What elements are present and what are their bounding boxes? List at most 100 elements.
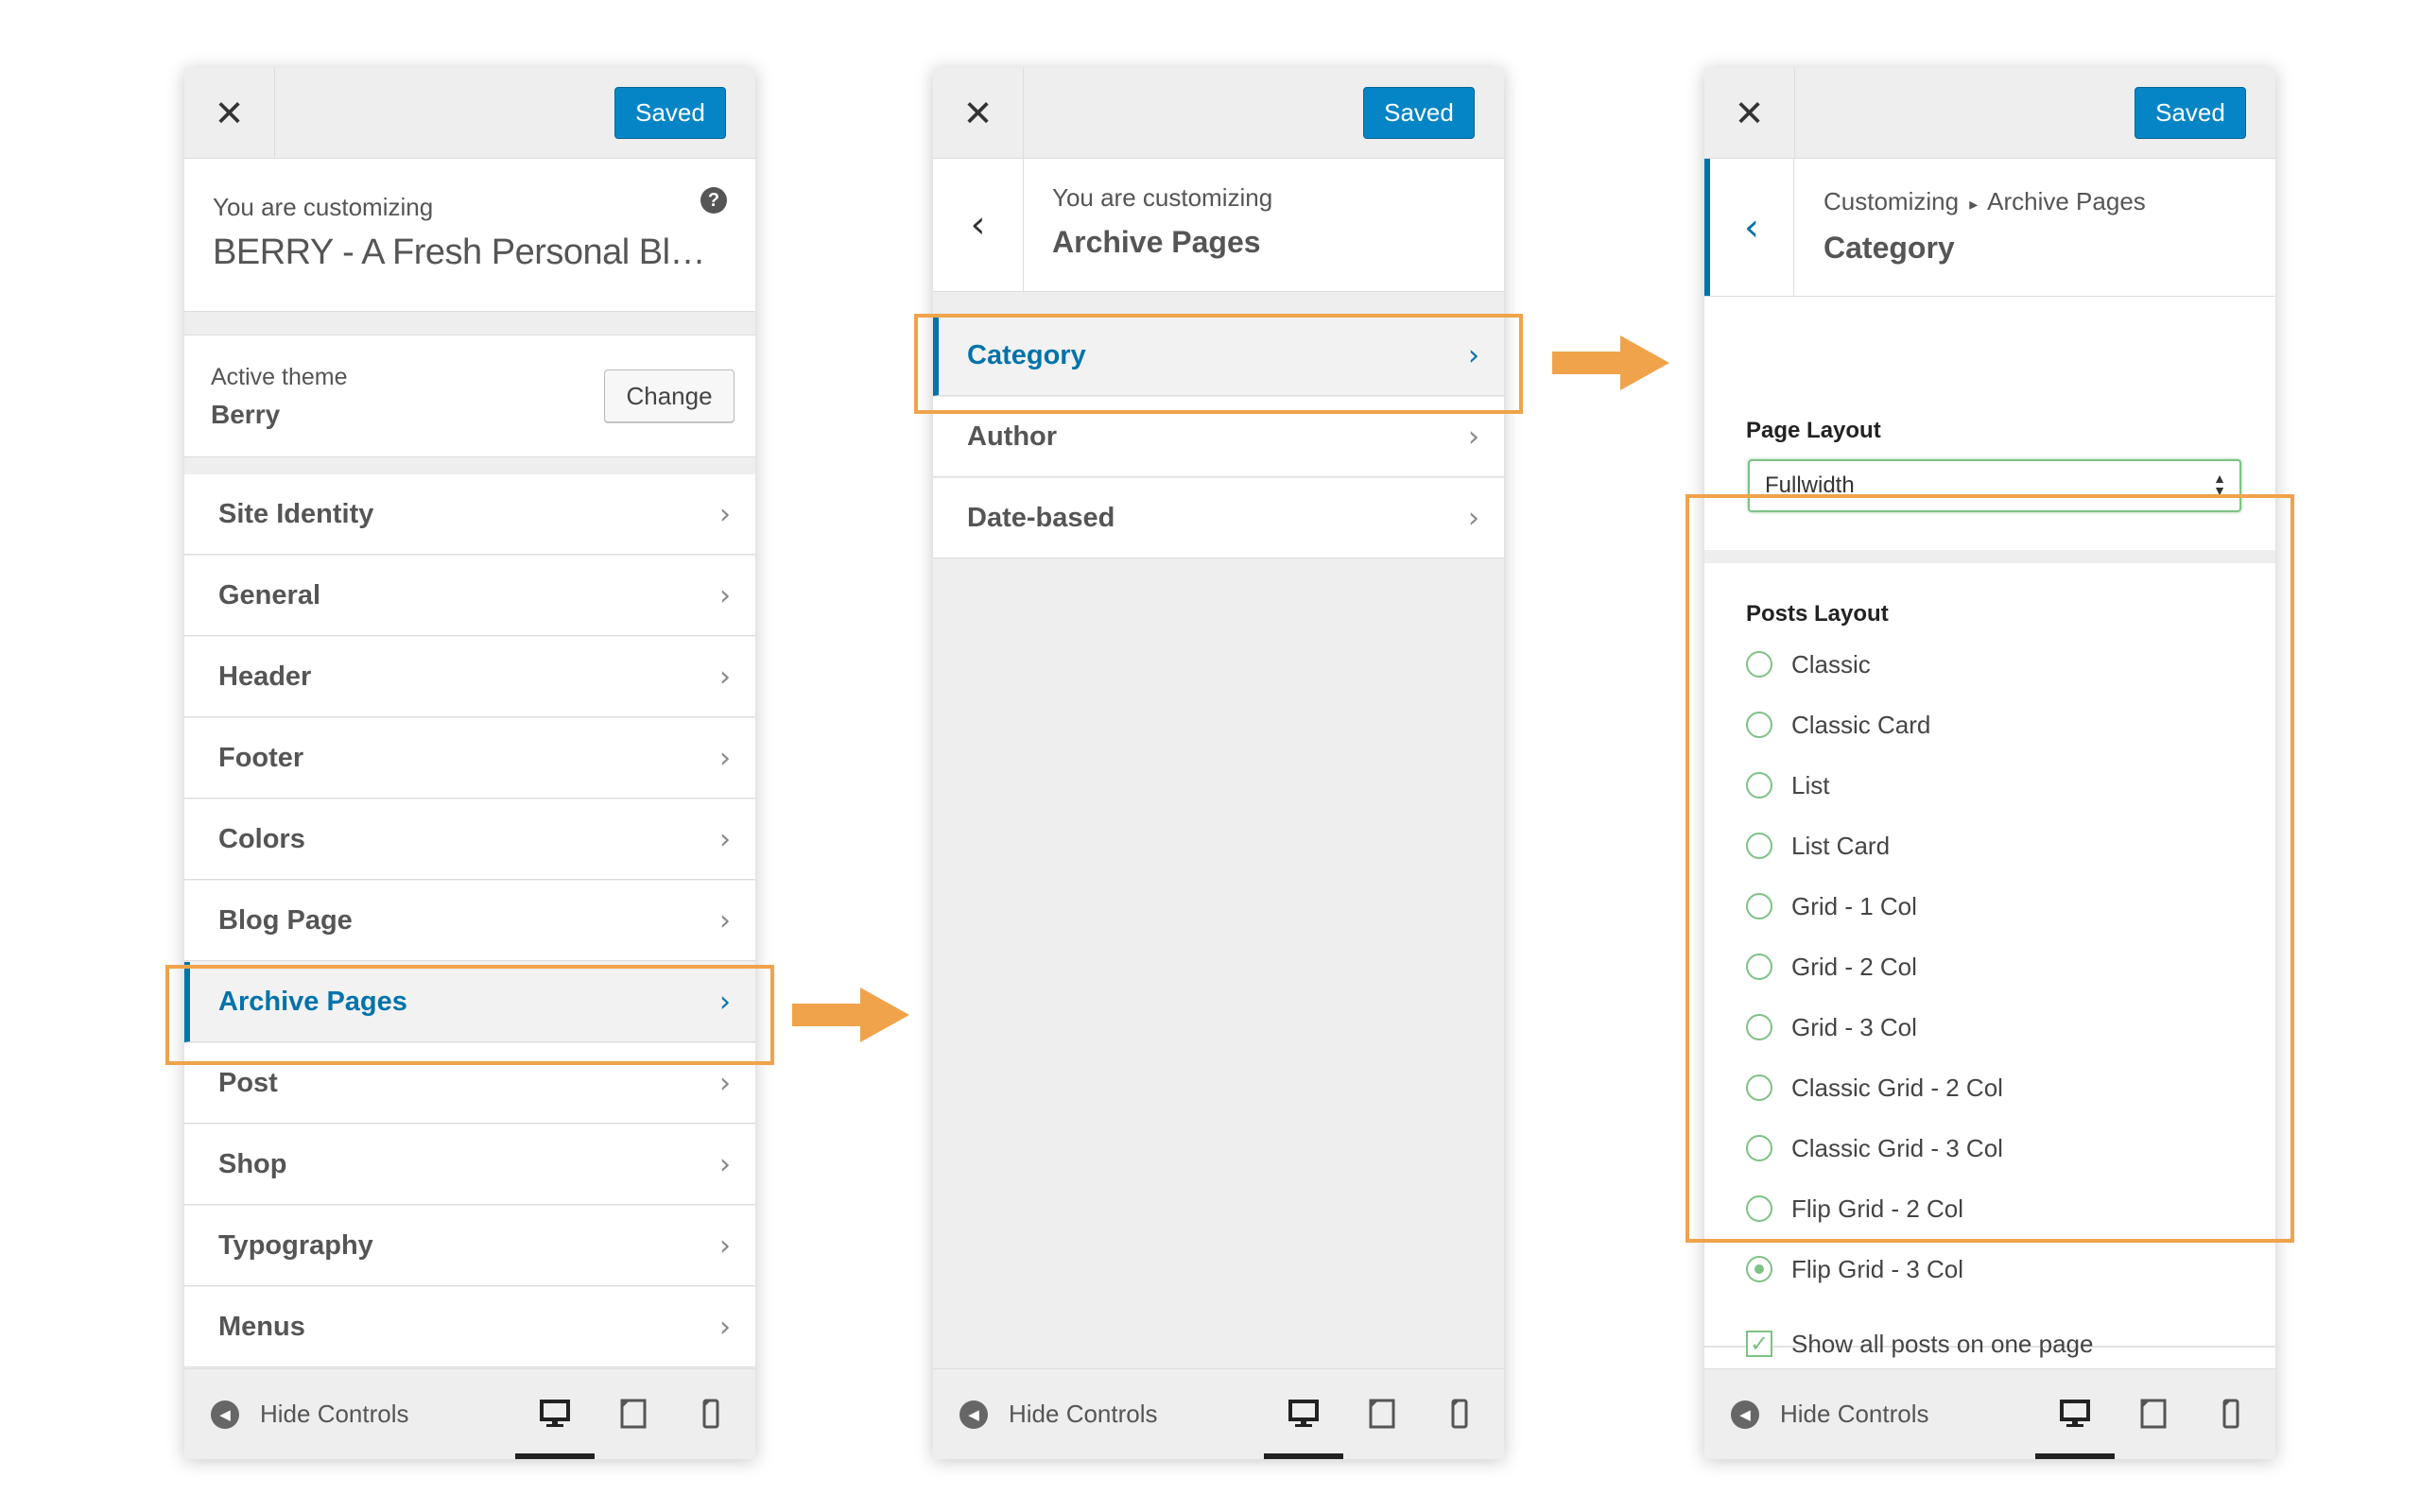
hide-controls-button[interactable]: Hide Controls [260, 1369, 409, 1459]
menu-item-label: Footer [218, 743, 304, 773]
breadcrumb: Customizing ▸ Archive Pages [1824, 187, 2146, 216]
posts-layout-label: Posts Layout [1746, 601, 1889, 627]
menu-item-label: Typography [218, 1230, 373, 1261]
chevron-right-icon: › [719, 986, 731, 1019]
hide-controls-button[interactable]: Hide Controls [1009, 1369, 1158, 1459]
menu-item-label: Archive Pages [218, 987, 407, 1017]
radio-label: Flip Grid - 3 Col [1791, 1255, 1964, 1283]
saved-button[interactable]: Saved [1363, 87, 1475, 139]
radio-button[interactable] [1746, 893, 1772, 919]
menu-item-site-identity[interactable]: Site Identity › [184, 474, 755, 555]
mobile-icon[interactable] [2215, 1398, 2247, 1430]
caret-right-icon: ▸ [1969, 195, 1979, 214]
chevron-left-icon[interactable]: ‹ [933, 159, 1024, 291]
customizer-footer: ◀ Hide Controls [1704, 1368, 2275, 1459]
tablet-icon[interactable] [1366, 1398, 1398, 1430]
menu-item-date-based[interactable]: Date-based › [933, 478, 1504, 558]
show-all-posts-label: Show all posts on one page [1791, 1330, 2094, 1358]
collapse-icon[interactable]: ◀ [959, 1400, 988, 1429]
saved-button[interactable]: Saved [2135, 87, 2246, 139]
desktop-icon[interactable] [539, 1398, 571, 1430]
menu-item-menus[interactable]: Menus › [184, 1287, 755, 1367]
chevron-right-icon: › [719, 1229, 731, 1263]
page-layout-value: Fullwidth [1765, 472, 1855, 498]
show-all-posts-checkbox[interactable]: ✓ [1746, 1331, 1772, 1357]
menu-item-colors[interactable]: Colors › [184, 799, 755, 880]
breadcrumb-root: Customizing [1824, 187, 1960, 215]
radio-label: Grid - 2 Col [1791, 953, 1917, 981]
customizing-label: You are customizing [213, 193, 434, 221]
tablet-icon[interactable] [617, 1398, 649, 1430]
question-icon[interactable]: ? [700, 187, 727, 214]
menu-item-typography[interactable]: Typography › [184, 1206, 755, 1286]
customizer-footer: ◀ Hide Controls [184, 1368, 755, 1459]
tablet-icon[interactable] [2137, 1398, 2169, 1430]
radio-button[interactable] [1746, 1256, 1772, 1282]
radio-label: Classic Grid - 3 Col [1791, 1134, 2003, 1162]
mobile-icon[interactable] [695, 1398, 727, 1430]
radio-button[interactable] [1746, 833, 1772, 859]
chevron-right-icon: › [1468, 502, 1479, 535]
chevron-right-icon: › [1468, 421, 1479, 454]
arrow-right-icon [1552, 335, 1669, 390]
chevron-left-icon[interactable]: ‹ [1704, 159, 1794, 296]
hide-controls-button[interactable]: Hide Controls [1780, 1369, 1929, 1459]
radio-button[interactable] [1746, 1195, 1772, 1222]
chevron-right-icon: › [719, 742, 731, 775]
section-title: Archive Pages [1052, 225, 1261, 259]
menu-item-header[interactable]: Header › [184, 637, 755, 717]
active-theme-label: Active theme [211, 364, 348, 390]
radio-button[interactable] [1746, 954, 1772, 980]
active-theme-name: Berry [211, 400, 281, 429]
menu-item-label: General [218, 580, 320, 610]
radio-button[interactable] [1746, 772, 1772, 799]
radio-button[interactable] [1746, 1135, 1772, 1161]
close-icon[interactable]: ✕ [184, 68, 275, 158]
breadcrumb-parent[interactable]: Archive Pages [1987, 187, 2146, 215]
menu-item-label: Author [967, 421, 1058, 452]
customizing-info: You are customizing BERRY - A Fresh Pers… [184, 159, 755, 312]
device-active-indicator [515, 1453, 595, 1459]
radio-button[interactable] [1746, 1014, 1772, 1040]
saved-button[interactable]: Saved [614, 87, 726, 139]
menu-item-category[interactable]: Category › [933, 316, 1504, 396]
site-title: BERRY - A Fresh Personal Bl… [213, 232, 706, 272]
page-layout-label: Page Layout [1746, 418, 1881, 443]
menu-item-shop[interactable]: Shop › [184, 1125, 755, 1205]
radio-button[interactable] [1746, 712, 1772, 738]
menu-item-label: Category [967, 340, 1086, 370]
menu-item-footer[interactable]: Footer › [184, 718, 755, 799]
customizer-panel-archive-pages: ✕ Saved ‹ You are customizing Archive Pa… [933, 68, 1504, 1459]
menu-item-archive-pages[interactable]: Archive Pages › [184, 962, 755, 1042]
page-layout-select[interactable]: Fullwidth ▲ ▼ [1748, 459, 2241, 512]
menu-item-author[interactable]: Author › [933, 397, 1504, 477]
chevron-right-icon: › [719, 661, 731, 694]
chevron-right-icon: › [719, 498, 731, 531]
chevron-right-icon: › [719, 823, 731, 856]
close-icon[interactable]: ✕ [933, 68, 1024, 158]
customizer-panel-main: ✕ Saved You are customizing BERRY - A Fr… [184, 68, 755, 1459]
customizing-info: ‹ Customizing ▸ Archive Pages Category [1704, 159, 2275, 297]
menu-item-blog-page[interactable]: Blog Page › [184, 881, 755, 961]
radio-label: Grid - 1 Col [1791, 892, 1917, 920]
menu-item-label: Shop [218, 1149, 287, 1179]
radio-label: Classic Grid - 2 Col [1791, 1074, 2003, 1102]
collapse-icon[interactable]: ◀ [1731, 1400, 1759, 1429]
change-theme-button[interactable]: Change [604, 369, 735, 422]
collapse-icon[interactable]: ◀ [211, 1400, 239, 1429]
mobile-icon[interactable] [1443, 1398, 1476, 1430]
device-active-indicator [2035, 1453, 2115, 1459]
menu-item-label: Colors [218, 824, 305, 854]
radio-button[interactable] [1746, 651, 1772, 678]
menu-item-general[interactable]: General › [184, 556, 755, 636]
menu-item-label: Site Identity [218, 499, 374, 529]
desktop-icon[interactable] [2059, 1398, 2091, 1430]
radio-button[interactable] [1746, 1074, 1772, 1101]
radio-label: List Card [1791, 832, 1891, 860]
desktop-icon[interactable] [1288, 1398, 1320, 1430]
customizing-label: You are customizing [1052, 183, 1273, 212]
radio-label: List [1791, 771, 1830, 799]
menu-item-post[interactable]: Post › [184, 1043, 755, 1124]
chevron-right-icon: › [719, 1067, 731, 1100]
close-icon[interactable]: ✕ [1704, 68, 1795, 158]
